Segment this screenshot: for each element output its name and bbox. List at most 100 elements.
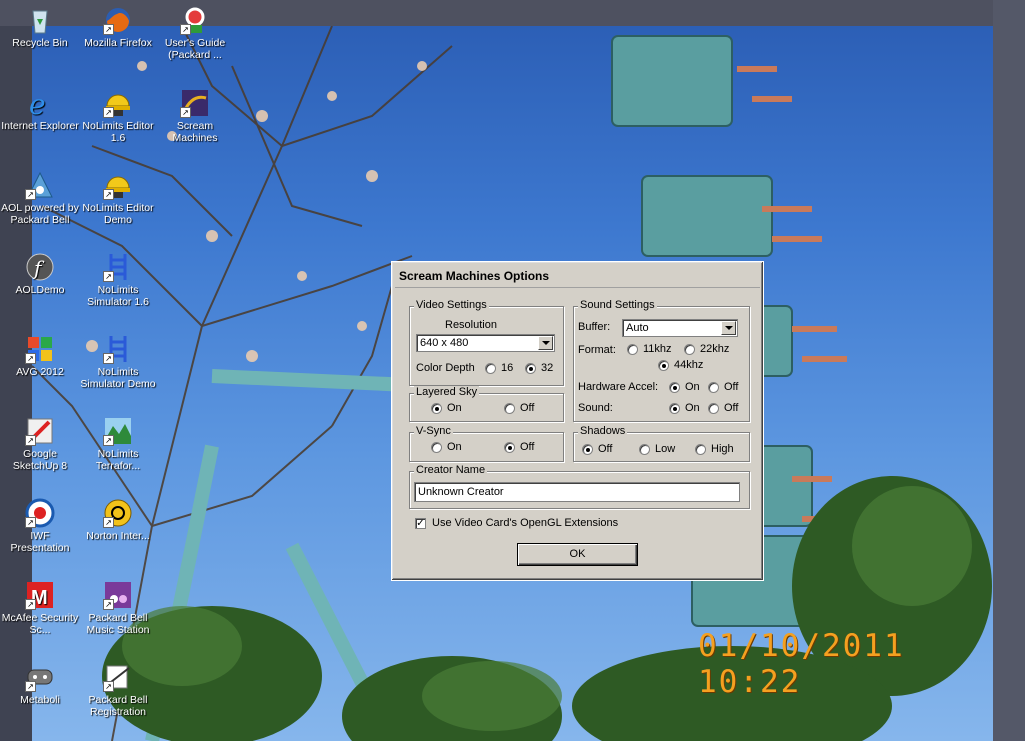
- desktop-icon-aol[interactable]: ↗ AOL powered by Packard Bell: [0, 170, 80, 226]
- format-44khz-label: 44khz: [674, 359, 704, 371]
- sound-on-label: On: [685, 402, 700, 414]
- desktop-icon-nolimits-editor[interactable]: ↗ NoLimits Editor 1.6: [78, 88, 158, 144]
- shadows-low-radio[interactable]: [639, 444, 650, 455]
- layered-sky-on-label: On: [447, 402, 462, 414]
- vsync-group: V-Sync On Off: [409, 425, 564, 462]
- photo-timestamp: 01/10/2011 10:22: [698, 628, 905, 700]
- users-guide-icon: ↗: [180, 5, 210, 35]
- scream-machines-options-dialog: Scream Machines Options Video Settings R…: [391, 261, 764, 581]
- layered-sky-on-radio[interactable]: [431, 403, 442, 414]
- layered-sky-title: Layered Sky: [414, 386, 480, 398]
- desktop-icon-internet-explorer[interactable]: e Internet Explorer: [0, 88, 80, 132]
- shadows-low-label: Low: [655, 443, 676, 455]
- format-22khz-radio[interactable]: [684, 344, 695, 355]
- hardware-accel-on-label: On: [685, 381, 700, 393]
- desktop-icon-metaboli[interactable]: ↗ Metaboli: [0, 662, 80, 706]
- sound-on-radio[interactable]: [669, 403, 680, 414]
- mcafee-icon: M ↗: [25, 580, 55, 610]
- desktop-icon-recycle-bin[interactable]: Recycle Bin: [0, 5, 80, 49]
- video-settings-title: Video Settings: [414, 299, 489, 311]
- desktop-icon-nolimits-editor-demo[interactable]: ↗ NoLimits Editor Demo: [78, 170, 158, 226]
- format-11khz-radio[interactable]: [627, 344, 638, 355]
- vsync-on-radio[interactable]: [431, 442, 442, 453]
- desktop-icon-nolimits-simulator-demo[interactable]: ↗ NoLimits Simulator Demo: [78, 334, 158, 390]
- desktop-icon-aoldemo[interactable]: f AOLDemo: [0, 252, 80, 296]
- sound-label: Sound:: [578, 402, 613, 414]
- color-depth-label: Color Depth: [416, 362, 475, 374]
- desktop-icon-iwf-presentation[interactable]: ↗ IWF Presentation: [0, 498, 80, 554]
- desktop-icon-music-station[interactable]: ↗ Packard Bell Music Station: [78, 580, 158, 636]
- layered-sky-off-radio[interactable]: [504, 403, 515, 414]
- shadows-off-label: Off: [598, 443, 613, 455]
- hardware-accel-off-label: Off: [724, 381, 739, 393]
- resolution-dropdown[interactable]: 640 x 480: [416, 334, 555, 352]
- shadows-group: Shadows Off Low High: [573, 425, 750, 462]
- format-11khz-label: 11khz: [643, 343, 672, 355]
- svg-text:e: e: [29, 88, 46, 118]
- layered-sky-off-label: Off: [520, 402, 535, 414]
- iwf-presentation-icon: ↗: [25, 498, 55, 528]
- color-depth-16-radio[interactable]: [485, 363, 496, 374]
- nolimits-simulator-demo-icon: ↗: [103, 334, 133, 364]
- shadows-title: Shadows: [578, 425, 628, 437]
- creator-name-group: Creator Name Unknown Creator: [409, 464, 750, 509]
- nolimits-terraformer-icon: ↗: [103, 416, 133, 446]
- buffer-dropdown[interactable]: Auto: [622, 319, 738, 337]
- video-settings-group: Video Settings Resolution 640 x 480 Colo…: [409, 299, 564, 386]
- chevron-down-icon[interactable]: [721, 321, 736, 335]
- norton-icon: ↗: [103, 498, 133, 528]
- color-depth-32-label: 32: [541, 362, 554, 374]
- resolution-value: 640 x 480: [420, 337, 469, 349]
- hardware-accel-label: Hardware Accel:: [578, 381, 659, 393]
- desktop-icon-users-guide[interactable]: ↗ User's Guide (Packard ...: [155, 5, 235, 61]
- hardware-accel-off-radio[interactable]: [708, 382, 719, 393]
- opengl-extensions-checkbox[interactable]: ✓: [415, 518, 426, 529]
- music-station-icon: ↗: [103, 580, 133, 610]
- shadows-high-label: High: [711, 443, 734, 455]
- desktop-icon-sketchup[interactable]: ↗ Google SketchUp 8: [0, 416, 80, 472]
- recycle-bin-icon: [25, 5, 55, 35]
- chevron-down-icon[interactable]: [538, 336, 553, 350]
- nolimits-editor-icon: ↗: [103, 88, 133, 118]
- desktop-icon-avg[interactable]: ↗ AVG 2012: [0, 334, 80, 378]
- format-22khz-label: 22khz: [700, 343, 730, 355]
- scream-machines-icon: ↗: [180, 88, 210, 118]
- desktop-icon-nolimits-terraformer[interactable]: ↗ NoLimits Terrafor...: [78, 416, 158, 472]
- desktop-icon-scream-machines[interactable]: ↗ Scream Machines: [155, 88, 235, 144]
- buffer-value: Auto: [626, 322, 649, 334]
- desktop-icon-nolimits-simulator[interactable]: ↗ NoLimits Simulator 1.6: [78, 252, 158, 308]
- firefox-icon: ↗: [103, 5, 133, 35]
- color-depth-32-radio[interactable]: [525, 363, 536, 374]
- desktop-icon-firefox[interactable]: ↗ Mozilla Firefox: [78, 5, 158, 49]
- resolution-label: Resolution: [445, 319, 497, 331]
- dialog-title[interactable]: Scream Machines Options: [395, 265, 760, 288]
- avg-icon: ↗: [25, 334, 55, 364]
- registration-icon: ↗: [103, 662, 133, 692]
- shadows-off-radio[interactable]: [582, 444, 593, 455]
- opengl-extensions-label: Use Video Card's OpenGL Extensions: [432, 517, 619, 529]
- vsync-off-radio[interactable]: [504, 442, 515, 453]
- internet-explorer-icon: e: [25, 88, 55, 121]
- desktop-icon-mcafee[interactable]: M ↗ McAfee Security Sc...: [0, 580, 80, 636]
- sound-off-radio[interactable]: [708, 403, 719, 414]
- metaboli-icon: ↗: [25, 662, 55, 692]
- buffer-label: Buffer:: [578, 321, 611, 333]
- ok-button[interactable]: OK: [517, 543, 638, 566]
- desktop-icon-registration[interactable]: ↗ Packard Bell Registration: [78, 662, 158, 718]
- format-label: Format:: [578, 344, 616, 356]
- vsync-title: V-Sync: [414, 425, 453, 437]
- sound-off-label: Off: [724, 402, 739, 414]
- aol-icon: ↗: [25, 170, 55, 200]
- creator-name-title: Creator Name: [414, 464, 488, 476]
- color-depth-16-label: 16: [501, 362, 514, 374]
- layered-sky-group: Layered Sky On Off: [409, 386, 564, 422]
- desktop-icon-norton[interactable]: ↗ Norton Inter...: [78, 498, 158, 542]
- shadows-high-radio[interactable]: [695, 444, 706, 455]
- sound-settings-title: Sound Settings: [578, 299, 657, 311]
- vsync-on-label: On: [447, 441, 462, 453]
- nolimits-editor-demo-icon: ↗: [103, 170, 133, 200]
- sketchup-icon: ↗: [25, 416, 55, 446]
- format-44khz-radio[interactable]: [658, 360, 669, 371]
- hardware-accel-on-radio[interactable]: [669, 382, 680, 393]
- creator-name-input[interactable]: Unknown Creator: [414, 482, 740, 502]
